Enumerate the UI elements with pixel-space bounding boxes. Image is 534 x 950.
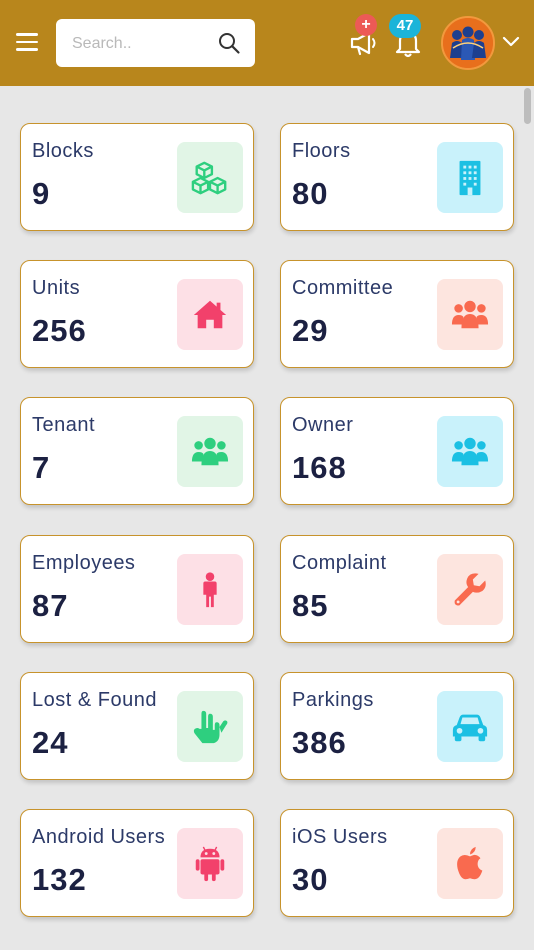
icon-tile <box>437 691 503 762</box>
hamburger-menu-icon[interactable] <box>16 33 38 51</box>
stat-label: Floors <box>292 140 351 162</box>
scrollbar-thumb[interactable] <box>524 88 531 124</box>
building-icon <box>459 160 481 195</box>
android-icon <box>195 846 225 881</box>
stat-card-android-users[interactable]: Android Users 132 <box>20 809 254 917</box>
stat-value: 7 <box>32 450 51 485</box>
icon-tile <box>437 828 503 899</box>
stat-label: Android Users <box>32 826 166 848</box>
stat-value: 256 <box>32 313 87 348</box>
car-icon <box>452 714 488 741</box>
stat-value: 168 <box>292 450 347 485</box>
users-icon <box>191 437 229 465</box>
hands-icon <box>193 710 228 743</box>
icon-tile <box>437 142 503 213</box>
stat-label: Employees <box>32 552 136 574</box>
users-icon <box>451 437 489 465</box>
stat-value: 132 <box>32 862 87 897</box>
top-app-bar: + 47 <box>0 0 534 86</box>
wrench-icon <box>454 572 486 606</box>
stat-card-blocks[interactable]: Blocks 9 <box>20 123 254 231</box>
stat-card-lost-found[interactable]: Lost & Found 24 <box>20 672 254 780</box>
icon-tile <box>177 554 243 625</box>
search-input[interactable] <box>70 31 214 57</box>
apple-icon <box>457 846 483 879</box>
icon-tile <box>437 554 503 625</box>
stat-label: Owner <box>292 414 354 436</box>
users-icon <box>451 300 489 328</box>
stat-value: 29 <box>292 313 329 348</box>
stat-value: 87 <box>32 588 69 623</box>
stat-label: Complaint <box>292 552 387 574</box>
stat-card-owner[interactable]: Owner 168 <box>280 397 514 505</box>
person-icon <box>203 571 217 607</box>
stat-value: 24 <box>32 725 69 760</box>
icon-tile <box>177 416 243 487</box>
stat-label: Tenant <box>32 414 96 436</box>
announcement-badge: + <box>355 14 377 36</box>
stat-card-employees[interactable]: Employees 87 <box>20 535 254 643</box>
stat-value: 30 <box>292 862 329 897</box>
stat-label: Lost & Found <box>32 689 157 711</box>
stat-value: 9 <box>32 176 51 211</box>
stat-card-floors[interactable]: Floors 80 <box>280 123 514 231</box>
stat-card-units[interactable]: Units 256 <box>20 260 254 368</box>
icon-tile <box>437 279 503 350</box>
icon-tile <box>437 416 503 487</box>
cubes-icon <box>191 161 227 194</box>
home-icon <box>193 300 227 328</box>
icon-tile <box>177 828 243 899</box>
notification-count-badge: 47 <box>389 14 421 38</box>
stat-card-parkings[interactable]: Parkings 386 <box>280 672 514 780</box>
chevron-down-icon[interactable] <box>502 34 520 48</box>
stat-value: 386 <box>292 725 347 760</box>
icon-tile <box>177 279 243 350</box>
icon-tile <box>177 691 243 762</box>
icon-tile <box>177 142 243 213</box>
search-box[interactable] <box>56 19 255 67</box>
stat-card-ios-users[interactable]: iOS Users 30 <box>280 809 514 917</box>
stat-label: Units <box>32 277 81 299</box>
stat-label: Parkings <box>292 689 374 711</box>
stat-label: Committee <box>292 277 394 299</box>
stat-value: 85 <box>292 588 329 623</box>
stat-card-complaint[interactable]: Complaint 85 <box>280 535 514 643</box>
stat-card-committee[interactable]: Committee 29 <box>280 260 514 368</box>
avatar-logo-icon <box>443 18 493 68</box>
stat-card-tenant[interactable]: Tenant 7 <box>20 397 254 505</box>
search-icon[interactable] <box>217 31 241 55</box>
stat-label: iOS Users <box>292 826 388 848</box>
stat-label: Blocks <box>32 140 94 162</box>
stat-value: 80 <box>292 176 329 211</box>
avatar[interactable] <box>441 16 495 70</box>
